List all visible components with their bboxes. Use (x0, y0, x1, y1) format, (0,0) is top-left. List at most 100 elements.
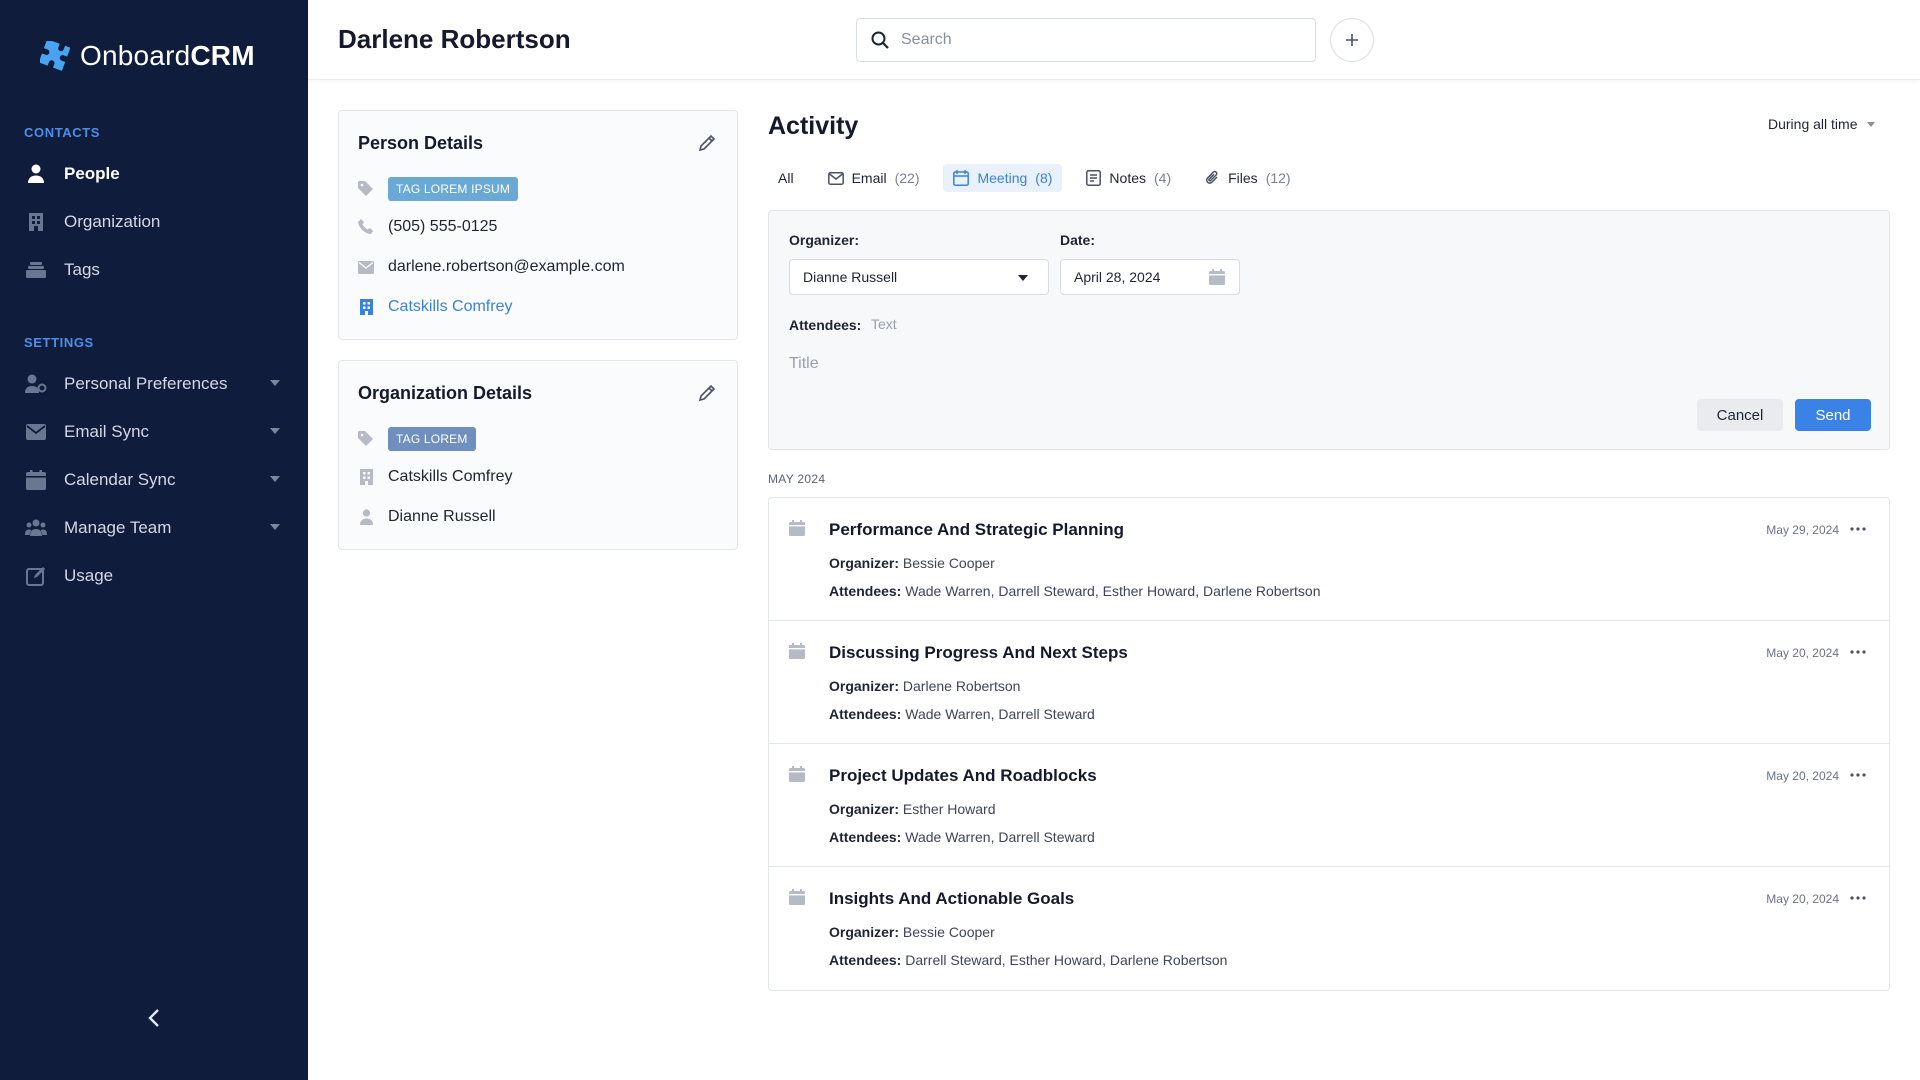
add-button[interactable] (1330, 18, 1374, 62)
pencil-icon[interactable] (697, 133, 717, 153)
attendees-input[interactable] (871, 316, 1171, 332)
meeting-attendees: Attendees: Wade Warren, Darrell Steward (829, 829, 1095, 845)
attendees-names: Wade Warren, Darrell Steward (905, 706, 1095, 722)
chevron-down-icon (1867, 121, 1876, 127)
more-options-button[interactable] (1847, 641, 1869, 663)
tab-count: (4) (1154, 170, 1172, 186)
tab-meeting[interactable]: Meeting (8) (943, 164, 1063, 192)
attendees-names: Wade Warren, Darrell Steward, Esther How… (905, 583, 1321, 599)
contacts-section-label: CONTACTS (24, 125, 101, 140)
calendar-icon (24, 468, 48, 492)
tag-icon (358, 431, 374, 447)
note-icon (1086, 170, 1102, 186)
sidebar-item-people[interactable]: People (24, 154, 284, 194)
ellipsis-icon (1850, 527, 1866, 531)
search-box[interactable] (856, 18, 1316, 62)
chevron-down-icon[interactable] (270, 476, 280, 482)
attendees-label: Attendees: (789, 317, 862, 333)
chevron-left-icon (148, 1009, 159, 1027)
phone-icon (358, 219, 374, 235)
phone-row: (505) 555-0125 (358, 218, 497, 236)
sidebar-item-label: People (64, 164, 120, 183)
sidebar-item-email-sync[interactable]: Email Sync (24, 412, 284, 452)
list-item[interactable]: Performance And Strategic Planning Organ… (769, 498, 1889, 621)
tab-email[interactable]: Email (22) (818, 164, 930, 192)
org-name: Catskills Comfrey (388, 468, 513, 485)
collapse-sidebar-button[interactable] (140, 1002, 168, 1034)
tags-icon (24, 258, 48, 282)
sidebar-item-personal-preferences[interactable]: Personal Preferences (24, 364, 284, 404)
organizer-name: Bessie Cooper (902, 555, 995, 571)
phone-number[interactable]: (505) 555-0125 (388, 218, 497, 236)
attendees-prefix: Attendees: (829, 706, 902, 722)
list-item[interactable]: Project Updates And Roadblocks Organizer… (769, 744, 1889, 867)
list-item[interactable]: Discussing Progress And Next Steps Organ… (769, 621, 1889, 744)
org-contact-row: Dianne Russell (358, 508, 496, 526)
person-icon (358, 509, 374, 525)
sidebar-item-usage[interactable]: Usage (24, 556, 284, 596)
date-picker[interactable]: April 28, 2024 (1060, 259, 1240, 295)
sidebar-item-tags[interactable]: Tags (24, 250, 284, 290)
meeting-attendees: Attendees: Wade Warren, Darrell Steward (829, 706, 1095, 722)
search-input[interactable] (901, 31, 1281, 49)
person-tag-row: TAG LOREM IPSUM (358, 177, 519, 201)
organization-details-card: Organization Details TAG LOREM Catskills… (338, 360, 738, 550)
title-input[interactable] (789, 355, 1389, 373)
organizer-prefix: Organizer: (829, 678, 900, 694)
chevron-down-icon[interactable] (270, 524, 280, 530)
sidebar-item-organization[interactable]: Organization (24, 202, 284, 242)
tab-files[interactable]: Files (12) (1195, 164, 1300, 192)
pencil-icon[interactable] (697, 383, 717, 403)
meeting-title[interactable]: Discussing Progress And Next Steps (829, 643, 1128, 663)
tab-label: Meeting (977, 170, 1028, 186)
ellipsis-icon (1850, 896, 1866, 900)
attendees-names: Darrell Steward, Esther Howard, Darlene … (905, 952, 1228, 968)
plus-icon (1346, 34, 1358, 46)
tab-count: (8) (1035, 170, 1053, 186)
tag-badge[interactable]: TAG LOREM (388, 427, 476, 451)
person-icon (24, 162, 48, 186)
period-label: During all time (1768, 116, 1858, 132)
meeting-title[interactable]: Performance And Strategic Planning (829, 520, 1124, 540)
sidebar-item-label: Calendar Sync (64, 470, 176, 489)
logo[interactable]: OnboardCRM (40, 40, 255, 72)
meeting-date: May 20, 2024 (1766, 769, 1839, 783)
more-options-button[interactable] (1847, 518, 1869, 540)
user-settings-icon (24, 372, 48, 396)
cancel-button[interactable]: Cancel (1697, 399, 1783, 431)
date-value: April 28, 2024 (1074, 269, 1161, 285)
email-address[interactable]: darlene.robertson@example.com (388, 258, 625, 276)
more-options-button[interactable] (1847, 887, 1869, 909)
period-filter-dropdown[interactable]: During all time (1768, 116, 1876, 132)
list-item[interactable]: Insights And Actionable Goals Organizer:… (769, 867, 1889, 990)
sidebar: OnboardCRM CONTACTS People Organization … (0, 0, 308, 1080)
activity-title: Activity (768, 112, 859, 140)
organizer-select[interactable]: Dianne Russell (789, 259, 1049, 295)
organizer-name: Esther Howard (902, 801, 996, 817)
tab-all[interactable]: All (768, 164, 804, 192)
chevron-down-icon[interactable] (270, 380, 280, 386)
building-icon (358, 469, 374, 485)
org-name-row: Catskills Comfrey (358, 468, 512, 486)
organization-link[interactable]: Catskills Comfrey (388, 298, 512, 316)
tab-label: Files (1228, 170, 1258, 186)
send-button[interactable]: Send (1795, 399, 1871, 431)
organizer-label: Organizer: (789, 232, 860, 248)
more-options-button[interactable] (1847, 764, 1869, 786)
attendees-prefix: Attendees: (829, 829, 902, 845)
tag-badge[interactable]: TAG LOREM IPSUM (388, 177, 519, 201)
sidebar-item-manage-team[interactable]: Manage Team (24, 508, 284, 548)
ellipsis-icon (1850, 773, 1866, 777)
calendar-icon (789, 520, 805, 536)
meeting-title[interactable]: Project Updates And Roadblocks (829, 766, 1097, 786)
chevron-down-icon[interactable] (270, 428, 280, 434)
person-details-card: Person Details TAG LOREM IPSUM (505) 555… (338, 110, 738, 340)
tab-notes[interactable]: Notes (4) (1076, 164, 1181, 192)
meeting-organizer: Organizer: Esther Howard (829, 801, 996, 817)
sidebar-item-calendar-sync[interactable]: Calendar Sync (24, 460, 284, 500)
org-contact-name[interactable]: Dianne Russell (388, 508, 496, 526)
tab-label: All (778, 170, 794, 186)
meeting-title[interactable]: Insights And Actionable Goals (829, 889, 1074, 909)
card-title: Person Details (358, 133, 484, 153)
card-title: Organization Details (358, 383, 533, 403)
